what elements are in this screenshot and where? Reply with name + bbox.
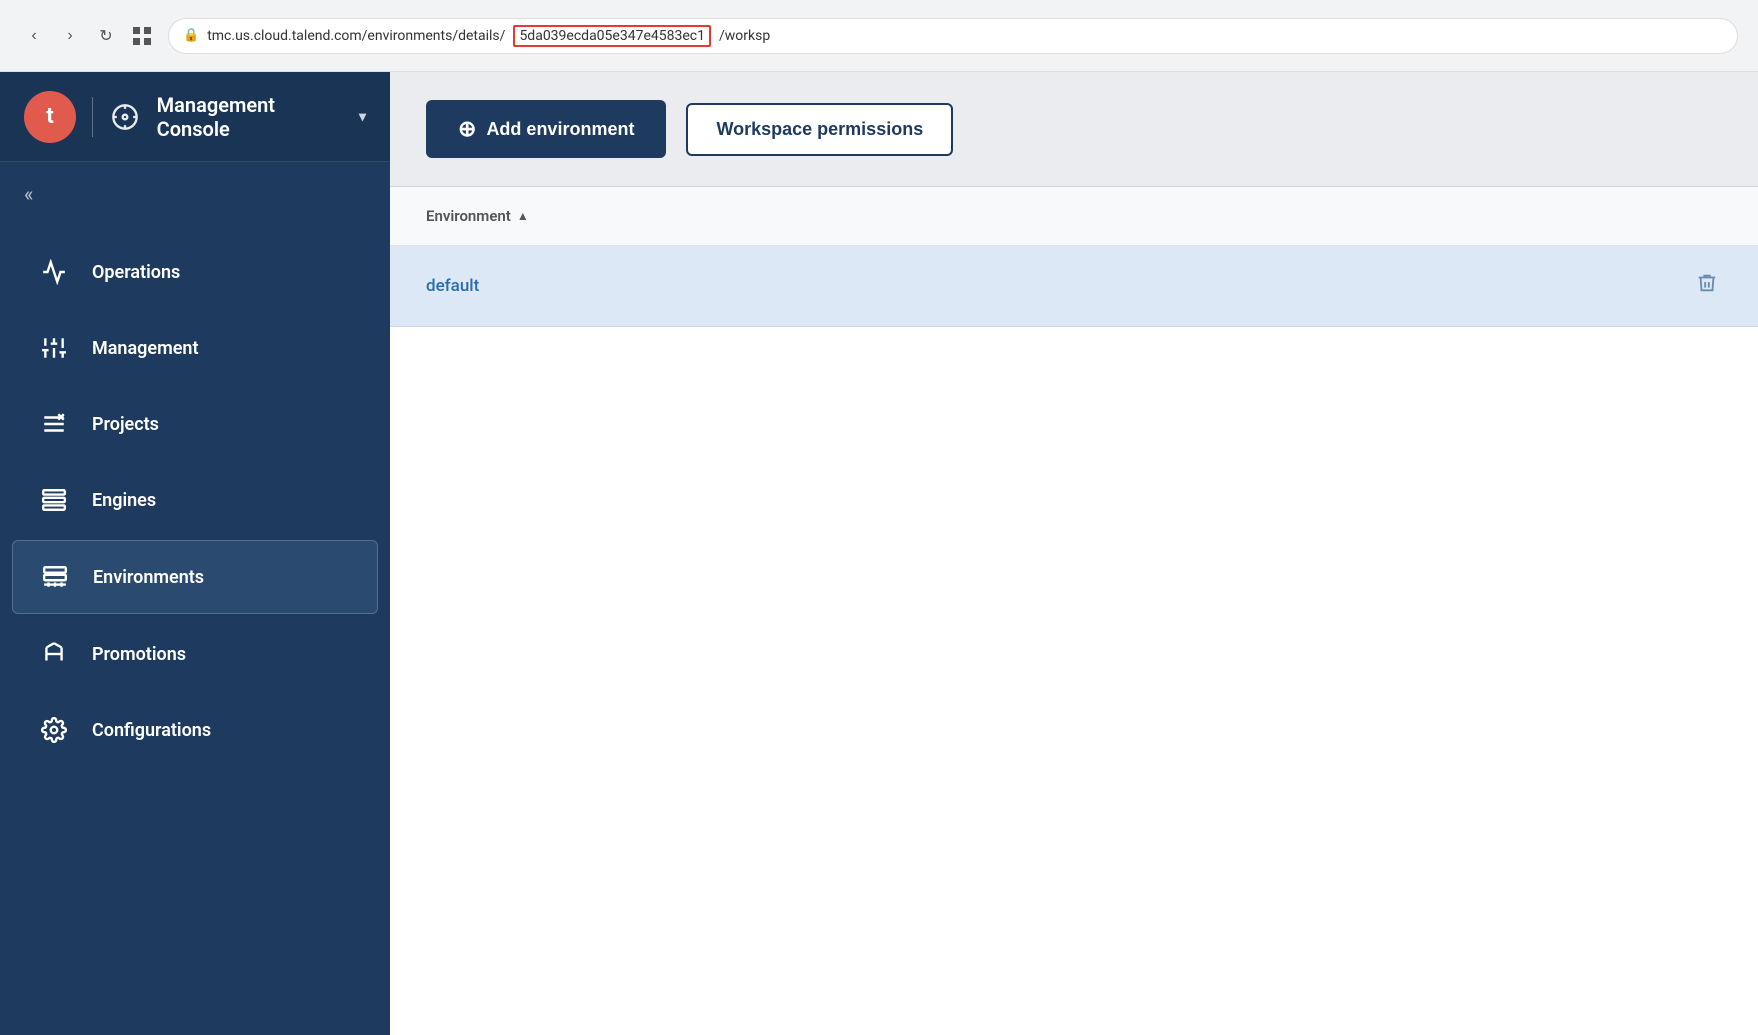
management-label: Management (92, 338, 199, 359)
collapse-icon: « (24, 182, 33, 206)
compass-icon (109, 101, 141, 133)
url-id: 5da039ecda05e347e4583ec1 (513, 25, 711, 47)
environments-icon (37, 559, 73, 595)
sidebar-item-environments[interactable]: Environments (12, 540, 378, 614)
sidebar-item-configurations[interactable]: Configurations (12, 694, 378, 766)
app-title: Management Console ▾ (157, 93, 366, 141)
engines-label: Engines (92, 490, 156, 511)
app-container: t Management Console ▾ « (0, 72, 1758, 1035)
projects-label: Projects (92, 414, 159, 435)
toolbar: ⊕ Add environment Workspace permissions (390, 72, 1758, 187)
sidebar-item-management[interactable]: Management (12, 312, 378, 384)
projects-icon (36, 406, 72, 442)
environments-label: Environments (93, 567, 204, 588)
refresh-button[interactable]: ↻ (92, 22, 120, 50)
url-prefix: tmc.us.cloud.talend.com/environments/det… (207, 28, 505, 44)
address-bar[interactable]: 🔒 tmc.us.cloud.talend.com/environments/d… (168, 18, 1738, 54)
lock-icon: 🔒 (183, 28, 199, 43)
nav-buttons: ‹ › ↻ (20, 22, 156, 50)
promotions-label: Promotions (92, 644, 186, 665)
delete-button[interactable] (1692, 268, 1722, 304)
forward-button[interactable]: › (56, 22, 84, 50)
sidebar: t Management Console ▾ « (0, 72, 390, 1035)
url-suffix: /worksp (719, 28, 770, 44)
table-row: default (390, 246, 1758, 327)
table-header: Environment ▲ (390, 187, 1758, 246)
operations-label: Operations (92, 262, 180, 283)
back-button[interactable]: ‹ (20, 22, 48, 50)
logo: t (24, 91, 76, 143)
environments-table: Environment ▲ default (390, 187, 1758, 1035)
environment-link[interactable]: default (426, 276, 1692, 296)
operations-icon (36, 254, 72, 290)
sidebar-header: t Management Console ▾ (0, 72, 390, 162)
nav-menu: Operations Ma (0, 226, 390, 1035)
plus-circle-icon: ⊕ (458, 116, 476, 142)
add-environment-button[interactable]: ⊕ Add environment (426, 100, 666, 158)
configurations-label: Configurations (92, 720, 211, 741)
management-icon (36, 330, 72, 366)
chevron-down-icon: ▾ (359, 109, 366, 125)
sidebar-item-operations[interactable]: Operations (12, 236, 378, 308)
configurations-icon (36, 712, 72, 748)
environment-column-header[interactable]: Environment ▲ (426, 207, 529, 225)
header-divider (92, 97, 93, 137)
engines-icon (36, 482, 72, 518)
sidebar-item-engines[interactable]: Engines (12, 464, 378, 536)
main-content: ⊕ Add environment Workspace permissions … (390, 72, 1758, 1035)
sort-icon: ▲ (517, 209, 529, 223)
promotions-icon (36, 636, 72, 672)
grid-button[interactable] (128, 22, 156, 50)
workspace-permissions-button[interactable]: Workspace permissions (686, 103, 953, 156)
collapse-button[interactable]: « (0, 162, 390, 226)
browser-chrome: ‹ › ↻ 🔒 tmc.us.cloud.talend.com/environm… (0, 0, 1758, 72)
sidebar-item-projects[interactable]: Projects (12, 388, 378, 460)
sidebar-item-promotions[interactable]: Promotions (12, 618, 378, 690)
